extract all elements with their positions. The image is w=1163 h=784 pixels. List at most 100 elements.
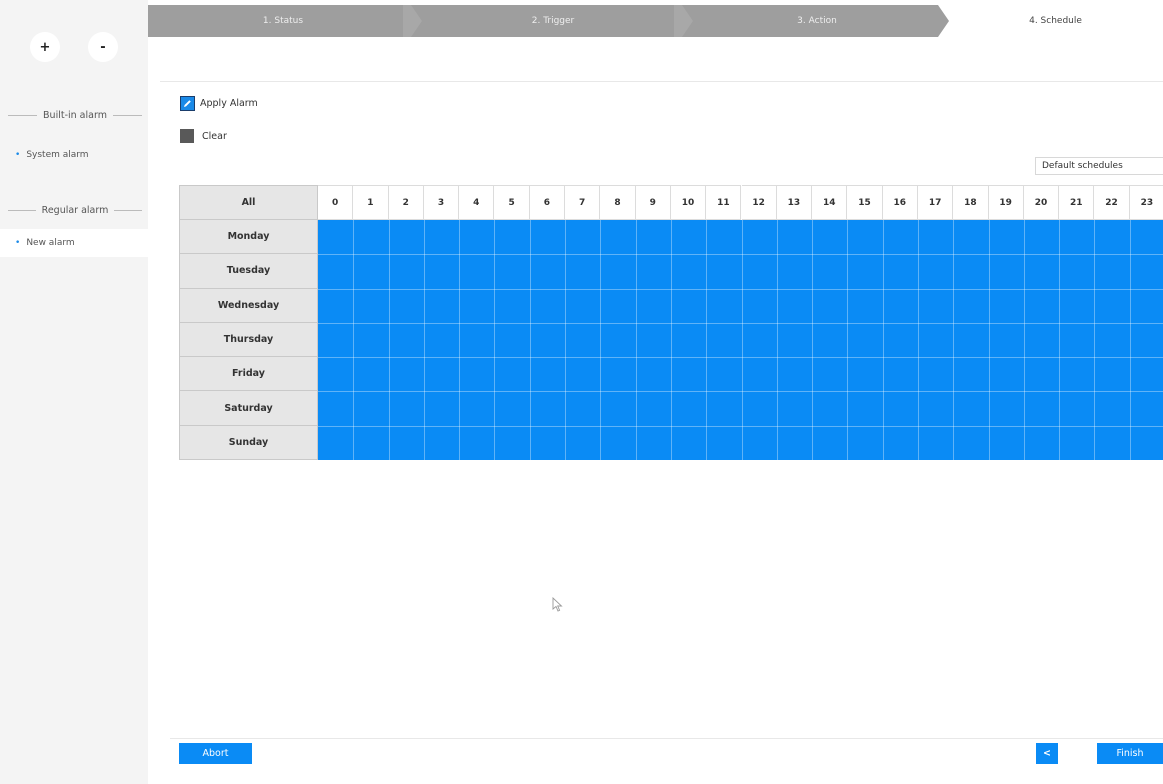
regular-alarm-header: Regular alarm (8, 202, 143, 218)
hour-header[interactable]: 21 (1059, 185, 1095, 220)
grid-column-line (1094, 220, 1096, 460)
hour-header[interactable]: 16 (882, 185, 918, 220)
hour-header[interactable]: 9 (635, 185, 671, 220)
grid-column-line (459, 220, 461, 460)
day-label[interactable]: Monday (179, 220, 318, 255)
day-label[interactable]: Thursday (179, 322, 318, 358)
apply-alarm-label: Apply Alarm (200, 98, 258, 109)
grid-row-line (318, 322, 1163, 324)
sidebar-item-new-alarm[interactable]: • New alarm (0, 229, 148, 257)
grid-row-line (318, 357, 1163, 359)
regular-alarm-header-label: Regular alarm (41, 204, 109, 216)
step-status[interactable]: 1. Status (148, 5, 418, 37)
hour-header[interactable]: 18 (953, 185, 989, 220)
divider (160, 81, 1163, 82)
hour-header[interactable]: 4 (459, 185, 495, 220)
day-label[interactable]: Tuesday (179, 254, 318, 289)
hour-header[interactable]: 6 (529, 185, 566, 220)
grid-column-line (812, 220, 814, 460)
hour-header[interactable]: 1 (353, 185, 389, 220)
hour-header[interactable]: 14 (812, 185, 848, 220)
footer-divider (170, 738, 1163, 739)
grid-column-line (988, 220, 990, 460)
builtin-alarm-header: Built-in alarm (8, 107, 142, 123)
sidebar-item-label: New alarm (26, 238, 75, 248)
schedule-select[interactable]: Default schedules (1035, 157, 1163, 175)
all-label: All (241, 197, 256, 208)
hour-header[interactable]: 2 (388, 185, 424, 220)
grid-row-line (318, 391, 1163, 393)
clear-swatch-icon (180, 129, 194, 143)
grid-column-line (917, 220, 919, 460)
grid-column-line (423, 220, 425, 460)
day-label[interactable]: Friday (179, 357, 318, 392)
step-trigger[interactable]: 2. Trigger (418, 5, 688, 37)
remove-alarm-button[interactable]: - (88, 32, 118, 62)
hour-header[interactable]: 22 (1094, 185, 1130, 220)
back-chevron-icon: < (1043, 748, 1051, 759)
hour-header[interactable]: 17 (917, 185, 954, 220)
finish-button[interactable]: Finish (1097, 743, 1163, 764)
grid-row-line (318, 288, 1163, 290)
grid-column-line (1059, 220, 1061, 460)
grid-column-line (565, 220, 567, 460)
apply-alarm-tool[interactable]: Apply Alarm (180, 96, 258, 111)
finish-button-label: Finish (1116, 748, 1144, 759)
grid-row-line (318, 425, 1163, 427)
select-all-cell[interactable]: All (179, 185, 318, 220)
mouse-cursor-icon (552, 597, 563, 612)
wizard-steps: 1. Status 2. Trigger 3. Action 4. Schedu… (148, 5, 1163, 37)
add-alarm-button[interactable]: + (30, 32, 60, 62)
hour-header[interactable]: 7 (565, 185, 601, 220)
grid-column-line (600, 220, 602, 460)
hour-header[interactable]: 15 (847, 185, 883, 220)
grid-column-line (388, 220, 390, 460)
sidebar-item-system-alarm[interactable]: • System alarm (0, 141, 148, 169)
step-trigger-label: 2. Trigger (531, 16, 575, 26)
builtin-alarm-header-label: Built-in alarm (43, 109, 107, 121)
grid-column-line (529, 220, 531, 460)
grid-column-line (1023, 220, 1025, 460)
hour-header[interactable]: 12 (741, 185, 777, 220)
hour-header[interactable]: 19 (988, 185, 1024, 220)
step-schedule[interactable]: 4. Schedule (948, 5, 1163, 37)
grid-column-line (847, 220, 849, 460)
abort-button[interactable]: Abort (179, 743, 252, 764)
abort-button-label: Abort (202, 748, 229, 759)
day-label[interactable]: Wednesday (179, 288, 318, 323)
hour-header[interactable]: 23 (1129, 185, 1163, 220)
grid-row-line (318, 254, 1163, 256)
schedule-area[interactable] (318, 220, 1163, 460)
grid-column-line (635, 220, 637, 460)
grid-column-line (882, 220, 884, 460)
step-status-label: 1. Status (262, 16, 304, 26)
clear-tool[interactable]: Clear (180, 129, 227, 143)
hour-header[interactable]: 0 (318, 185, 354, 220)
hour-header[interactable]: 8 (600, 185, 636, 220)
back-button[interactable]: < (1036, 743, 1058, 764)
grid-column-line (494, 220, 496, 460)
grid-column-line (741, 220, 743, 460)
sidebar: + - Built-in alarm • System alarm Regula… (0, 0, 148, 784)
bullet-icon: • (15, 238, 21, 248)
bullet-icon: • (15, 150, 21, 160)
grid-column-line (1129, 220, 1131, 460)
hour-header[interactable]: 11 (706, 185, 742, 220)
grid-column-line (353, 220, 355, 460)
hour-header[interactable]: 10 (670, 185, 707, 220)
hour-header[interactable]: 5 (494, 185, 530, 220)
hour-header[interactable]: 13 (776, 185, 813, 220)
hour-header[interactable]: 20 (1023, 185, 1060, 220)
hour-header[interactable]: 3 (423, 185, 460, 220)
grid-column-line (953, 220, 955, 460)
pencil-icon (180, 96, 195, 111)
step-action-label: 3. Action (797, 16, 837, 26)
day-label[interactable]: Sunday (179, 425, 318, 460)
schedule-select-value: Default schedules (1042, 161, 1123, 171)
grid-column-line (706, 220, 708, 460)
sidebar-item-label: System alarm (26, 150, 89, 160)
grid-column-line (670, 220, 672, 460)
step-action[interactable]: 3. Action (688, 5, 946, 37)
day-label[interactable]: Saturday (179, 391, 318, 426)
grid-column-line (776, 220, 778, 460)
